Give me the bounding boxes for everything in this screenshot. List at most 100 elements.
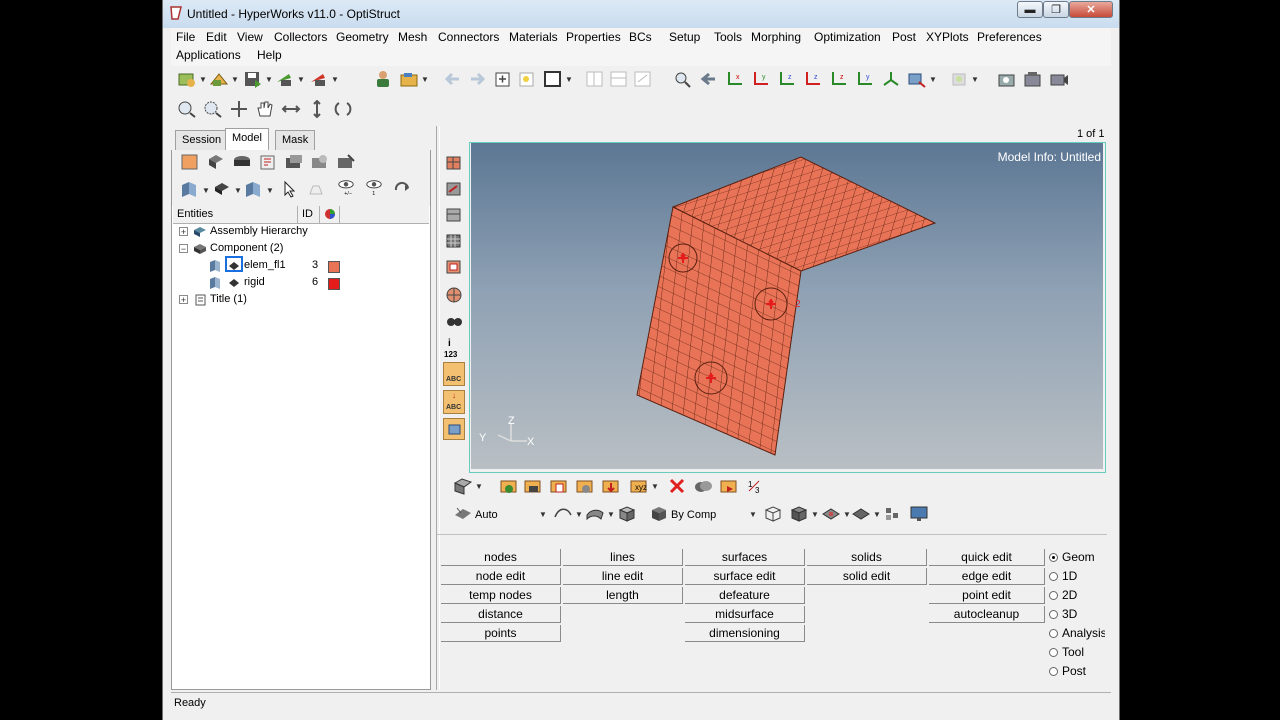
property-icon[interactable] (258, 153, 278, 171)
window-split-icon[interactable] (585, 70, 605, 88)
menu-edit[interactable]: Edit (203, 28, 230, 46)
window-expand-icon[interactable] (609, 70, 629, 88)
menu-file[interactable]: File (173, 28, 198, 46)
reorganize-folder-icon[interactable] (719, 477, 739, 495)
delete-page-icon[interactable] (517, 70, 537, 88)
color-column-header[interactable] (320, 206, 340, 223)
collapse-toggle-icon[interactable]: − (179, 244, 188, 254)
radio-post[interactable]: Post (1049, 663, 1086, 680)
collapse-icon[interactable] (306, 180, 326, 198)
dropdown-arrow-icon[interactable]: ▼ (811, 510, 819, 519)
menu-setup[interactable]: Setup (666, 28, 703, 46)
menu-preferences[interactable]: Preferences (974, 28, 1045, 46)
dropdown-arrow-icon[interactable]: ▼ (843, 510, 851, 519)
autocleanup-button[interactable]: autocleanup (929, 606, 1045, 623)
dropdown-arrow-icon[interactable]: ▼ (749, 510, 757, 519)
mesh-grid-icon[interactable] (453, 477, 473, 495)
radio-analysis[interactable]: Analysis (1049, 625, 1105, 642)
lines-button[interactable]: lines (563, 549, 683, 566)
menu-connectors[interactable]: Connectors (435, 28, 502, 46)
fit-view-icon[interactable] (907, 70, 927, 88)
zoom-circle-icon[interactable] (203, 100, 223, 118)
display-monitor-icon[interactable] (909, 505, 929, 523)
quick-edit-button[interactable]: quick edit (929, 549, 1045, 566)
node-edit-button[interactable]: node edit (441, 568, 561, 585)
dropdown-arrow-icon[interactable]: ▼ (297, 75, 305, 84)
numbering-icon[interactable]: 123 (444, 350, 457, 359)
shrink-elements-icon[interactable] (821, 505, 841, 523)
zoom-window-icon[interactable] (673, 70, 693, 88)
dropdown-arrow-icon[interactable]: ▼ (873, 510, 881, 519)
dimensioning-button[interactable]: dimensioning (685, 625, 805, 642)
element-display-icon[interactable] (649, 505, 669, 523)
dropdown-arrow-icon[interactable]: ▼ (331, 75, 339, 84)
show-all-icon[interactable] (212, 180, 232, 198)
menu-geometry[interactable]: Geometry (333, 28, 392, 46)
organize-icon[interactable] (693, 477, 713, 495)
radio-1d[interactable]: 1D (1049, 568, 1077, 585)
view-yz-left-icon[interactable]: z (777, 70, 797, 88)
menu-help[interactable]: Help (254, 46, 285, 64)
tree-item-elem-fl1[interactable]: elem_fl1 3 (177, 256, 427, 274)
rotate-view-icon[interactable] (949, 70, 969, 88)
geometry-display-icon[interactable] (553, 505, 573, 523)
new-component-icon[interactable] (499, 477, 519, 495)
menu-materials[interactable]: Materials (506, 28, 561, 46)
previous-view-icon[interactable] (699, 70, 719, 88)
transparency-icon[interactable] (445, 258, 463, 276)
menu-properties[interactable]: Properties (563, 28, 624, 46)
new-system-icon[interactable]: xyz (629, 477, 649, 495)
solid-display-icon[interactable] (617, 505, 637, 523)
surfaces-button[interactable]: surfaces (685, 549, 805, 566)
reverse-icon[interactable] (392, 180, 412, 198)
dropdown-arrow-icon[interactable]: ▼ (565, 75, 573, 84)
edge-edit-button[interactable]: edge edit (929, 568, 1045, 585)
component-color-swatch[interactable] (328, 278, 340, 290)
tab-model[interactable]: Model (225, 128, 269, 151)
new-material-icon[interactable] (549, 477, 569, 495)
points-button[interactable]: points (441, 625, 561, 642)
menu-morphing[interactable]: Morphing (748, 28, 804, 46)
dropdown-arrow-icon[interactable]: ▼ (539, 510, 547, 519)
center-view-icon[interactable] (229, 100, 249, 118)
menu-mesh[interactable]: Mesh (395, 28, 430, 46)
dropdown-arrow-icon[interactable]: ▼ (202, 186, 210, 195)
solids-button[interactable]: solids (807, 549, 927, 566)
radio-3d[interactable]: 3D (1049, 606, 1077, 623)
assembly-view-icon[interactable] (206, 153, 226, 171)
zoom-in-out-icon[interactable] (177, 100, 197, 118)
tree-item-component[interactable]: − Component (2) (177, 240, 427, 257)
dropdown-arrow-icon[interactable]: ▼ (265, 75, 273, 84)
maximize-button[interactable]: ❐ (1043, 1, 1069, 18)
solid-edit-button[interactable]: solid edit (807, 568, 927, 585)
menu-applications[interactable]: Applications (173, 46, 244, 64)
material-icon[interactable] (284, 153, 304, 171)
midsurface-button[interactable]: midsurface (685, 606, 805, 623)
surface-edit-button[interactable]: surface edit (685, 568, 805, 585)
label-nodes-icon[interactable]: ↓ ABC (443, 390, 465, 414)
entities-column-header[interactable]: Entities (173, 206, 298, 223)
element-color-mode-icon[interactable] (453, 505, 473, 523)
show-one-icon[interactable]: 1 (364, 178, 384, 196)
radio-2d[interactable]: 2D (1049, 587, 1077, 604)
capture-graphic-icon[interactable] (1023, 70, 1043, 88)
dropdown-arrow-icon[interactable]: ▼ (651, 482, 659, 491)
open-model-icon[interactable] (177, 70, 197, 88)
point-edit-button[interactable]: point edit (929, 587, 1045, 604)
dropdown-arrow-icon[interactable]: ▼ (421, 75, 429, 84)
line-edit-button[interactable]: line edit (563, 568, 683, 585)
feature-lines-icon[interactable] (445, 232, 463, 250)
tab-session[interactable]: Session (175, 130, 229, 150)
view-xz-front-icon[interactable]: z (829, 70, 849, 88)
visualization-options-icon[interactable] (445, 312, 463, 330)
menu-optimization[interactable]: Optimization (811, 28, 884, 46)
close-button[interactable]: ✕ (1069, 1, 1113, 18)
element-outline-icon[interactable] (851, 505, 871, 523)
add-page-icon[interactable] (493, 70, 513, 88)
dropdown-arrow-icon[interactable]: ▼ (199, 75, 207, 84)
menu-tools[interactable]: Tools (711, 28, 745, 46)
shaded-mode-icon[interactable] (789, 505, 809, 523)
isolate-icon[interactable] (180, 180, 200, 198)
dropdown-arrow-icon[interactable]: ▼ (607, 510, 615, 519)
radio-geom[interactable]: Geom (1049, 549, 1095, 566)
